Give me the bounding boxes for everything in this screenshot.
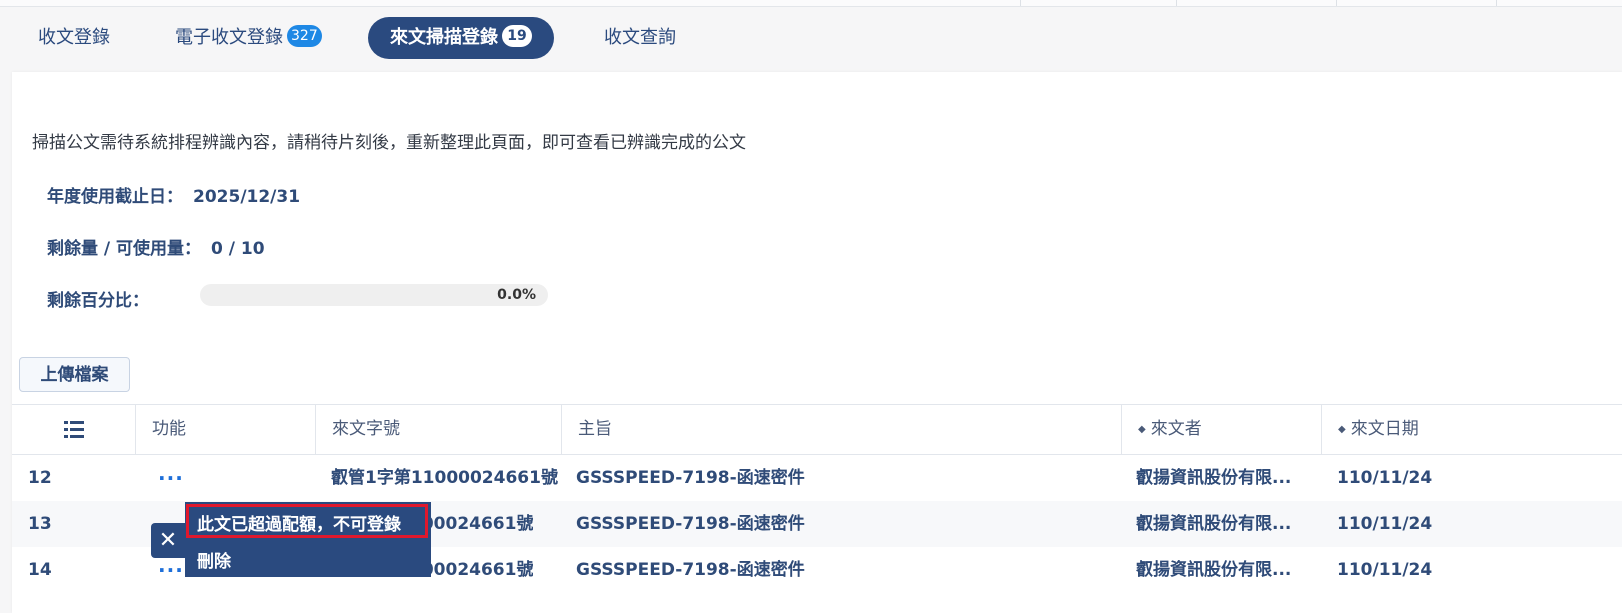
deadline-value: 2025/12/31 [193,187,301,207]
row-index: 14 [28,560,52,580]
quota-label: 剩餘量 / 可使用量： [47,239,202,259]
top-strip-divider [1020,0,1021,6]
row-action-menu-button[interactable]: ··· [158,455,184,501]
row-index: 12 [28,468,52,488]
row-action-popup-menu: 此文已超過配額，不可登錄 刪除 [185,502,431,577]
row-date: 110/11/24 [1337,514,1433,534]
tab-scan-register[interactable]: 來文掃描登錄 19 [368,17,554,59]
header-sender[interactable]: ◆ 來文者 [1122,405,1322,454]
row-date: 110/11/24 [1337,468,1433,488]
row-doc-no[interactable]: 叡管1字第11000024661號 [331,455,558,501]
row-sender: 叡揚資訊股份有限... [1136,468,1292,488]
progress-text: 0.0% [497,287,536,303]
quota-exceeded-item[interactable]: 此文已超過配額，不可登錄 [197,510,401,535]
delete-menu-item[interactable]: 刪除 [197,547,231,572]
top-strip-divider [1336,0,1337,6]
row-sender: 叡揚資訊股份有限... [1136,560,1292,580]
scan-notice: 掃描公文需待系統排程辨識內容，請稍待片刻後，重新整理此頁面，即可查看已辨識完成的… [32,133,746,153]
row-subject[interactable]: GSSSPEED-7198-函速密件 [576,455,805,501]
table-row[interactable]: 12 ··· 叡管1字第11000024661號 GSSSPEED-7198-函… [12,455,1622,501]
sort-icon: ◆ [1338,424,1346,435]
tab-electronic-receive[interactable]: 電子收文登錄 327 [153,17,344,59]
count-badge: 327 [287,25,322,47]
header-doc-no: 來文字號 [316,405,562,454]
top-strip-divider [1176,0,1177,6]
tab-label: 來文掃描登錄 [390,27,498,48]
list-icon [64,421,84,439]
remaining-progress-bar: 0.0% [200,284,548,306]
row-subject[interactable]: GSSSPEED-7198-函速密件 [576,547,805,593]
header-sender-label: 來文者 [1150,419,1202,439]
percent-label: 剩餘百分比： [47,291,149,311]
header-subject: 主旨 [562,405,1122,454]
upload-file-button[interactable]: 上傳檔案 [19,357,130,392]
quota-value: 0 / 10 [211,239,265,259]
close-icon: ✕ [158,528,178,553]
tab-receive-register[interactable]: 收文登錄 [16,17,132,59]
top-strip-divider [1496,0,1497,6]
tab-label: 電子收文登錄 [175,27,283,48]
count-badge: 19 [502,25,532,47]
table-header: 功能 來文字號 主旨 ◆ 來文者 ◆ 來文日期 [12,404,1622,455]
main-panel: 掃描公文需待系統排程辨識內容，請稍待片刻後，重新整理此頁面，即可查看已辨識完成的… [12,72,1622,613]
header-date[interactable]: ◆ 來文日期 [1322,405,1622,454]
deadline-label: 年度使用截止日： [47,187,183,207]
quota-info: 剩餘量 / 可使用量： 0 / 10 [47,234,265,259]
header-function: 功能 [136,405,316,454]
row-sender: 叡揚資訊股份有限... [1136,514,1292,534]
close-menu-button[interactable]: ✕ [151,523,185,558]
header-date-label: 來文日期 [1350,419,1419,439]
row-date: 110/11/24 [1337,560,1433,580]
tab-label: 收文查詢 [604,27,676,48]
top-strip [0,0,1622,7]
column-settings-header[interactable] [12,405,136,454]
sort-icon: ◆ [1138,424,1146,435]
tab-receive-query[interactable]: 收文查詢 [582,17,698,59]
deadline-info: 年度使用截止日： 2025/12/31 [47,182,300,207]
tab-label: 收文登錄 [38,27,110,48]
row-subject[interactable]: GSSSPEED-7198-函速密件 [576,501,805,547]
row-index: 13 [28,514,52,534]
